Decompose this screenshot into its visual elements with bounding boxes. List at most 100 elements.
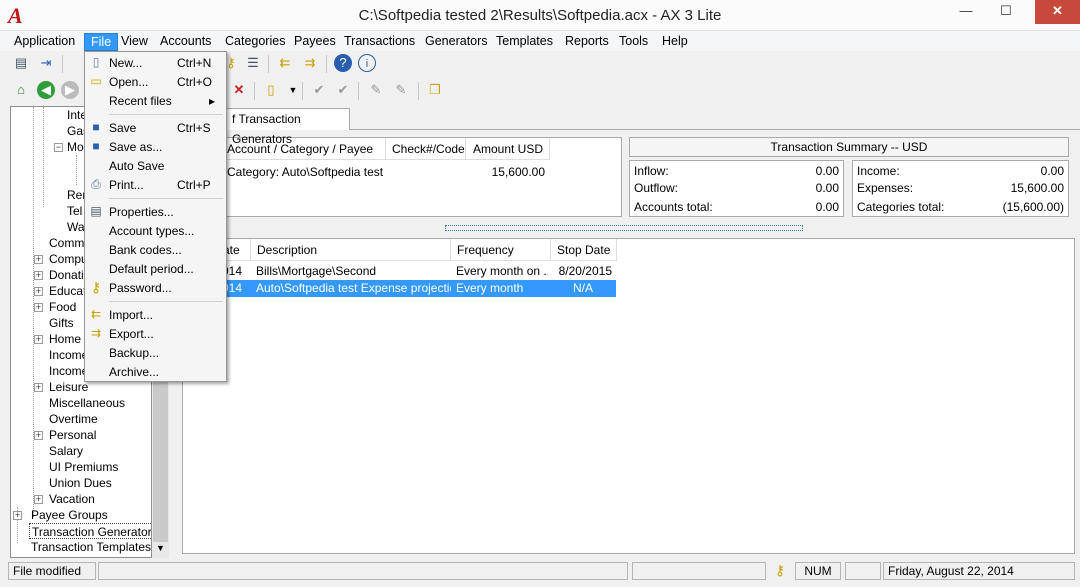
menu-reports[interactable]: Reports [559,33,615,51]
back-icon[interactable]: ◀ [37,81,55,99]
scroll-down-icon[interactable]: ▼ [154,543,167,553]
expand-icon[interactable]: + [34,335,43,344]
expand-icon[interactable]: + [34,431,43,440]
tree-item[interactable]: Home [49,331,81,347]
help-icon[interactable]: ? [334,54,352,72]
menu-item-account-types[interactable]: Account types... [109,222,194,240]
new-transaction-icon[interactable]: ▯ [262,81,280,99]
menu-item-bank-codes[interactable]: Bank codes... [109,241,182,259]
check-icon[interactable]: ✔ [310,81,328,99]
paste-icon[interactable]: ❐ [426,81,444,99]
tree-item[interactable]: Overtime [49,411,98,427]
forward-icon[interactable]: ▶ [61,81,79,99]
tree-item[interactable]: Vacation [49,491,95,507]
chevron-down-icon[interactable]: ▼ [284,81,302,99]
generator-frequency-cell[interactable]: Every month on ... [456,263,548,280]
list-icon[interactable]: ☰ [244,54,262,72]
tree-item[interactable]: Miscellaneous [49,395,125,411]
menu-templates[interactable]: Templates [490,33,559,51]
column-header[interactable]: Check#/Code [386,138,466,160]
menu-tools[interactable]: Tools [613,33,654,51]
summary-value: 0.00 [815,181,839,195]
expand-icon[interactable]: + [34,255,43,264]
menu-item-default-period[interactable]: Default period... [109,260,194,278]
column-header[interactable]: Amount USD [466,138,550,160]
menu-item-properties[interactable]: Properties... [109,203,174,221]
tree-item[interactable]: Mo [67,139,84,155]
import-icon[interactable]: ⇇ [276,54,294,72]
menu-generators[interactable]: Generators [419,33,494,51]
menu-transactions[interactable]: Transactions [338,33,421,51]
expand-icon[interactable]: + [34,383,43,392]
generator-frequency-cell[interactable]: Every month [456,280,548,297]
exit-icon[interactable]: ⇥ [37,54,55,72]
column-header[interactable]: Stop Date [551,239,617,261]
tree-item[interactable]: UI Premiums [49,459,118,475]
generator-stop-date-cell[interactable]: N/A [550,280,616,297]
open-folder-icon: ▭ [90,74,102,88]
delete-icon[interactable]: ✕ [230,81,248,99]
tab-transaction-generators[interactable]: f Transaction Generators [225,108,350,146]
panel-splitter[interactable] [445,225,803,231]
expand-icon[interactable]: + [34,303,43,312]
tree-item-selected[interactable]: Transaction Generators [29,523,151,539]
tree-item[interactable]: Payee Groups [31,507,108,523]
generator-description-cell[interactable]: Bills\Mortgage\Second [256,263,451,280]
unreconcile-icon[interactable]: ✎ [392,81,410,99]
menu-item-import[interactable]: Import... [109,306,153,324]
tree-item[interactable]: Tel [67,203,82,219]
check-all-icon[interactable]: ✔ [334,81,352,99]
menu-item-save[interactable]: Save [109,119,136,137]
menu-item-print[interactable]: Print... [109,176,144,194]
split-amount-cell[interactable]: 15,600.00 [466,164,545,181]
info-icon[interactable]: i [358,54,376,72]
transaction-split-table[interactable]: Account / Category / Payee Check#/Code A… [182,137,622,217]
menu-item-new[interactable]: New... [109,54,142,72]
reconcile-icon[interactable]: ✎ [367,81,385,99]
tree-item[interactable]: Food [49,299,76,315]
menu-item-save-as[interactable]: Save as... [109,138,162,156]
expand-icon[interactable]: + [34,287,43,296]
tree-item[interactable]: Income [49,347,88,363]
tree-item[interactable]: Transaction Templates [31,539,151,555]
menu-payees[interactable]: Payees [288,33,342,51]
tree-item[interactable]: Personal [49,427,96,443]
expand-icon[interactable]: + [13,511,22,520]
expand-icon[interactable]: + [34,495,43,504]
tree-item[interactable]: Compu [49,251,88,267]
tree-item[interactable]: Educat [49,283,86,299]
column-header[interactable]: Frequency [451,239,551,261]
collapse-icon[interactable]: − [54,143,63,152]
menu-application[interactable]: Application [8,33,81,51]
tree-item[interactable]: Gifts [49,315,74,331]
menu-item-open[interactable]: Open... [109,73,148,91]
tree-item[interactable]: Union Dues [49,475,112,491]
tree-item[interactable]: Salary [49,443,83,459]
menu-view[interactable]: View [115,33,154,51]
tree-item[interactable]: Leisure [49,379,88,395]
home-icon[interactable]: ⌂ [12,81,30,99]
export-icon[interactable]: ⇉ [301,54,319,72]
generator-description-cell[interactable]: Auto\Softpedia test Expense projectio... [256,280,451,297]
maximize-button[interactable]: ☐ [990,0,1022,24]
tree-item[interactable]: Income [49,363,88,379]
menu-accounts[interactable]: Accounts [154,33,217,51]
menu-item-recent-files[interactable]: Recent files [109,92,172,110]
menu-item-export[interactable]: Export... [109,325,154,343]
menu-categories[interactable]: Categories [219,33,291,51]
column-header[interactable]: Description [251,239,451,261]
menu-file[interactable]: File [84,33,119,51]
menu-item-auto-save[interactable]: Auto Save [109,157,164,175]
minimize-button[interactable]: — [950,0,982,24]
tree-item[interactable]: Wa [67,219,85,235]
menu-item-backup[interactable]: Backup... [109,344,159,362]
close-button[interactable]: ✕ [1035,0,1080,24]
menu-help[interactable]: Help [656,33,694,51]
menu-item-password[interactable]: Password... [109,279,172,297]
expand-icon[interactable]: + [34,271,43,280]
summary-value: 0.00 [815,164,839,178]
split-account-cell[interactable]: Category: Auto\Softpedia test [227,164,387,181]
menu-item-archive[interactable]: Archive... [109,363,159,381]
properties-icon[interactable]: ▤ [12,54,30,72]
generator-stop-date-cell[interactable]: 8/20/2015 [550,263,612,280]
